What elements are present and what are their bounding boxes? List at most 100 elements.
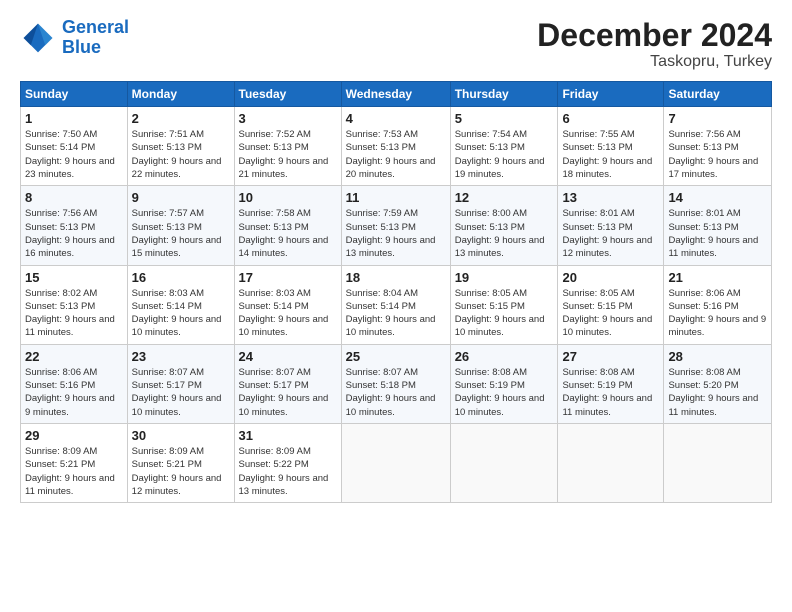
day-info: Sunrise: 7:56 AMSunset: 5:13 PMDaylight:… [25,207,123,260]
day-number: 18 [346,270,446,285]
day-number: 16 [132,270,230,285]
day-info: Sunrise: 8:08 AMSunset: 5:19 PMDaylight:… [562,366,659,419]
table-row: 19 Sunrise: 8:05 AMSunset: 5:15 PMDayligh… [450,265,558,344]
title-block: December 2024 Taskopru, Turkey [537,18,772,71]
day-number: 4 [346,111,446,126]
day-number: 19 [455,270,554,285]
table-row [558,423,664,502]
day-number: 6 [562,111,659,126]
day-info: Sunrise: 8:05 AMSunset: 5:15 PMDaylight:… [455,287,554,340]
calendar-week-row: 15Sunrise: 8:02 AMSunset: 5:13 PMDayligh… [21,265,772,344]
day-number: 31 [239,428,337,443]
day-info: Sunrise: 7:56 AMSunset: 5:13 PMDaylight:… [668,128,767,181]
day-number: 5 [455,111,554,126]
day-info: Sunrise: 7:50 AMSunset: 5:14 PMDaylight:… [25,128,123,181]
col-sunday: Sunday [21,82,128,107]
day-number: 13 [562,190,659,205]
day-info: Sunrise: 7:52 AMSunset: 5:13 PMDaylight:… [239,128,337,181]
day-info: Sunrise: 8:06 AMSunset: 5:16 PMDaylight:… [25,366,123,419]
table-row: 27Sunrise: 8:08 AMSunset: 5:19 PMDayligh… [558,344,664,423]
table-row: 4 Sunrise: 7:53 AMSunset: 5:13 PMDaylight… [341,107,450,186]
calendar-week-row: 8 Sunrise: 7:56 AMSunset: 5:13 PMDaylight… [21,186,772,265]
table-row [664,423,772,502]
day-number: 25 [346,349,446,364]
day-info: Sunrise: 8:07 AMSunset: 5:17 PMDaylight:… [239,366,337,419]
col-monday: Monday [127,82,234,107]
day-number: 15 [25,270,123,285]
day-number: 11 [346,190,446,205]
day-info: Sunrise: 7:53 AMSunset: 5:13 PMDaylight:… [346,128,446,181]
day-number: 22 [25,349,123,364]
day-number: 10 [239,190,337,205]
day-info: Sunrise: 8:01 AMSunset: 5:13 PMDaylight:… [562,207,659,260]
day-info: Sunrise: 8:09 AMSunset: 5:21 PMDaylight:… [132,445,230,498]
col-tuesday: Tuesday [234,82,341,107]
table-row: 20Sunrise: 8:05 AMSunset: 5:15 PMDayligh… [558,265,664,344]
day-info: Sunrise: 7:55 AMSunset: 5:13 PMDaylight:… [562,128,659,181]
day-number: 8 [25,190,123,205]
calendar-header-row: Sunday Monday Tuesday Wednesday Thursday… [21,82,772,107]
table-row: 31 Sunrise: 8:09 AMSunset: 5:22 PMDayligh… [234,423,341,502]
day-info: Sunrise: 8:09 AMSunset: 5:22 PMDaylight:… [239,445,337,498]
day-number: 24 [239,349,337,364]
col-saturday: Saturday [664,82,772,107]
day-info: Sunrise: 8:04 AMSunset: 5:14 PMDaylight:… [346,287,446,340]
calendar: Sunday Monday Tuesday Wednesday Thursday… [20,81,772,503]
day-number: 30 [132,428,230,443]
day-info: Sunrise: 8:08 AMSunset: 5:19 PMDaylight:… [455,366,554,419]
day-number: 3 [239,111,337,126]
day-number: 23 [132,349,230,364]
col-wednesday: Wednesday [341,82,450,107]
month-title: December 2024 [537,18,772,53]
table-row: 7 Sunrise: 7:56 AMSunset: 5:13 PMDaylight… [664,107,772,186]
day-number: 12 [455,190,554,205]
day-info: Sunrise: 8:00 AMSunset: 5:13 PMDaylight:… [455,207,554,260]
table-row: 15Sunrise: 8:02 AMSunset: 5:13 PMDayligh… [21,265,128,344]
table-row: 24 Sunrise: 8:07 AMSunset: 5:17 PMDayligh… [234,344,341,423]
table-row: 5Sunrise: 7:54 AMSunset: 5:13 PMDaylight… [450,107,558,186]
table-row [450,423,558,502]
table-row: 22 Sunrise: 8:06 AMSunset: 5:16 PMDayligh… [21,344,128,423]
col-thursday: Thursday [450,82,558,107]
table-row: 13 Sunrise: 8:01 AMSunset: 5:13 PMDayligh… [558,186,664,265]
table-row: 12 Sunrise: 8:00 AMSunset: 5:13 PMDayligh… [450,186,558,265]
day-info: Sunrise: 7:59 AMSunset: 5:13 PMDaylight:… [346,207,446,260]
table-row: 16Sunrise: 8:03 AMSunset: 5:14 PMDayligh… [127,265,234,344]
day-number: 28 [668,349,767,364]
page: General Blue December 2024 Taskopru, Tur… [0,0,792,513]
table-row: 8 Sunrise: 7:56 AMSunset: 5:13 PMDaylight… [21,186,128,265]
day-info: Sunrise: 8:07 AMSunset: 5:17 PMDaylight:… [132,366,230,419]
day-info: Sunrise: 8:07 AMSunset: 5:18 PMDaylight:… [346,366,446,419]
logo-general: General [62,17,129,37]
calendar-week-row: 22 Sunrise: 8:06 AMSunset: 5:16 PMDayligh… [21,344,772,423]
calendar-week-row: 29 Sunrise: 8:09 AMSunset: 5:21 PMDayligh… [21,423,772,502]
day-info: Sunrise: 8:03 AMSunset: 5:14 PMDaylight:… [239,287,337,340]
header: General Blue December 2024 Taskopru, Tur… [20,18,772,71]
table-row: 30 Sunrise: 8:09 AMSunset: 5:21 PMDayligh… [127,423,234,502]
day-number: 29 [25,428,123,443]
table-row: 29 Sunrise: 8:09 AMSunset: 5:21 PMDayligh… [21,423,128,502]
table-row: 18 Sunrise: 8:04 AMSunset: 5:14 PMDayligh… [341,265,450,344]
table-row: 26Sunrise: 8:08 AMSunset: 5:19 PMDayligh… [450,344,558,423]
table-row: 25 Sunrise: 8:07 AMSunset: 5:18 PMDayligh… [341,344,450,423]
day-info: Sunrise: 7:57 AMSunset: 5:13 PMDaylight:… [132,207,230,260]
table-row: 17 Sunrise: 8:03 AMSunset: 5:14 PMDayligh… [234,265,341,344]
logo-text: General Blue [62,18,129,58]
day-number: 7 [668,111,767,126]
day-info: Sunrise: 8:08 AMSunset: 5:20 PMDaylight:… [668,366,767,419]
day-info: Sunrise: 8:01 AMSunset: 5:13 PMDaylight:… [668,207,767,260]
logo-blue: Blue [62,37,101,57]
day-number: 21 [668,270,767,285]
table-row: 11 Sunrise: 7:59 AMSunset: 5:13 PMDayligh… [341,186,450,265]
day-number: 20 [562,270,659,285]
day-info: Sunrise: 8:09 AMSunset: 5:21 PMDaylight:… [25,445,123,498]
table-row: 1Sunrise: 7:50 AMSunset: 5:14 PMDaylight… [21,107,128,186]
table-row: 2Sunrise: 7:51 AMSunset: 5:13 PMDaylight… [127,107,234,186]
logo: General Blue [20,18,129,58]
day-number: 17 [239,270,337,285]
col-friday: Friday [558,82,664,107]
table-row [341,423,450,502]
table-row: 14Sunrise: 8:01 AMSunset: 5:13 PMDayligh… [664,186,772,265]
location: Taskopru, Turkey [537,53,772,71]
day-number: 9 [132,190,230,205]
